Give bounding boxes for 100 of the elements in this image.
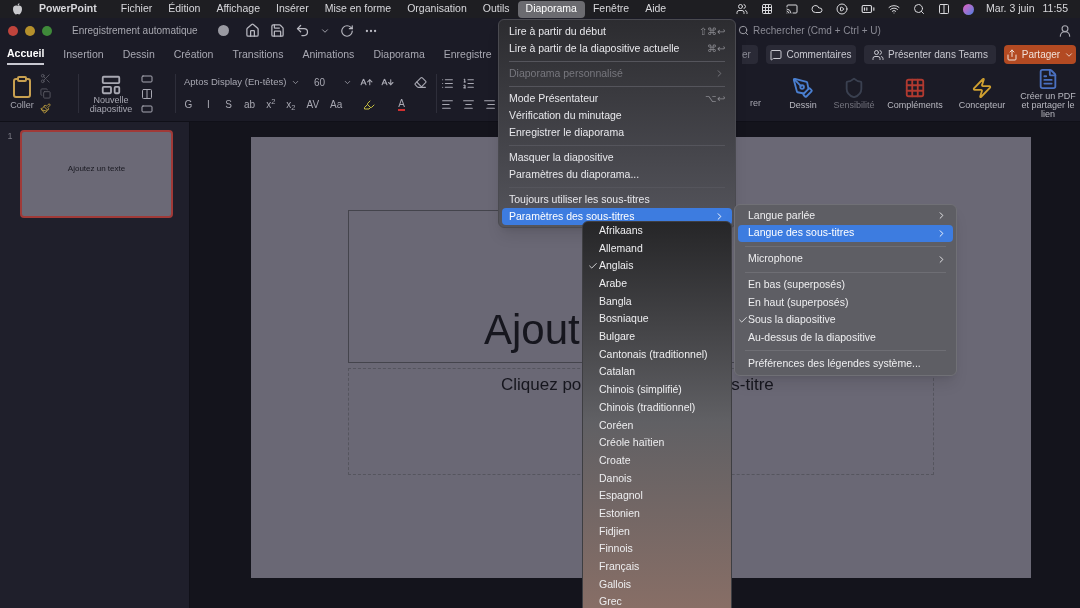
redo-icon[interactable] xyxy=(339,23,354,38)
menu-item[interactable]: Créole haïtien xyxy=(583,434,731,452)
ribbon-tab[interactable]: Animations xyxy=(302,44,355,65)
autosave-toggle[interactable] xyxy=(217,25,229,36)
menu-item[interactable]: Allemand xyxy=(583,239,731,258)
menu-item[interactable]: Cantonais (traditionnel) xyxy=(583,345,731,364)
menu-item[interactable]: Afrikaans xyxy=(583,222,731,240)
menu-bar-time[interactable]: 11:55 xyxy=(1042,1,1068,17)
ribbon-label[interactable]: rer xyxy=(750,96,761,110)
menu-item[interactable]: Lire à partir de la diapositive actuelle ⌘↩ xyxy=(502,40,732,57)
menu-item[interactable]: En haut (superposés) xyxy=(738,294,953,312)
menu-item[interactable]: Paramètres du diaporama... xyxy=(502,166,732,183)
menu-bar-item[interactable]: Édition xyxy=(160,0,209,18)
menu-bar-item[interactable]: Aide xyxy=(637,0,675,18)
menu-item[interactable]: Sous la diapositive xyxy=(738,311,953,329)
app-name[interactable]: PowerPoint xyxy=(39,1,97,17)
cloud-icon[interactable] xyxy=(811,3,824,15)
paste-label[interactable]: Coller xyxy=(10,98,34,113)
search-icon[interactable] xyxy=(913,3,926,15)
bullet-list-icon[interactable] xyxy=(441,76,454,90)
new-slide-label[interactable]: Nouvelle diapositive xyxy=(87,95,135,114)
menu-item[interactable]: Anglais xyxy=(583,257,731,276)
undo-icon[interactable] xyxy=(294,23,310,38)
ribbon-tab[interactable]: Accueil xyxy=(7,44,45,65)
menu-bar-item[interactable]: Diaporama xyxy=(517,0,585,18)
menu-item[interactable]: Gallois xyxy=(583,575,731,594)
format-button[interactable]: G xyxy=(184,97,193,112)
menu-item[interactable]: Français xyxy=(583,558,731,576)
format-button[interactable]: Aa xyxy=(330,97,343,112)
menu-item[interactable]: Toujours utiliser les sous-titres xyxy=(502,191,732,208)
menu-item[interactable]: Croate xyxy=(583,451,731,470)
close-window-button[interactable] xyxy=(8,25,18,36)
ribbon-button[interactable]: er xyxy=(742,45,758,64)
menu-item[interactable]: Masquer la diapositive xyxy=(502,149,732,166)
apple-logo-icon[interactable] xyxy=(12,3,23,15)
menu-bar-date[interactable]: Mar. 3 juin xyxy=(986,1,1035,17)
highlighter-icon[interactable] xyxy=(363,98,376,111)
font-color-button[interactable]: A xyxy=(398,98,405,111)
layout-icon[interactable] xyxy=(141,72,153,85)
align-left-icon[interactable] xyxy=(441,97,454,111)
menu-item[interactable]: Espagnol xyxy=(583,487,731,505)
menu-item[interactable]: Chinois (simplifié) xyxy=(583,381,731,399)
new-slide-icon[interactable] xyxy=(100,73,122,96)
menu-item[interactable]: Bulgare xyxy=(583,328,731,346)
format-button[interactable]: I xyxy=(204,97,213,112)
ribbon-tab[interactable]: Insertion xyxy=(63,44,104,65)
menu-bar-item[interactable]: Outils xyxy=(474,0,518,18)
menu-item[interactable]: Grec xyxy=(583,593,731,608)
comments-button[interactable]: Commentaires xyxy=(766,45,856,64)
control-center-icon[interactable] xyxy=(938,3,951,15)
menu-item[interactable]: Au-dessus de la diapositive xyxy=(738,329,953,347)
menu-item[interactable]: Catalan xyxy=(583,363,731,382)
menu-bar-item[interactable]: Fichier xyxy=(112,0,161,18)
format-button[interactable]: ab xyxy=(244,97,256,112)
ribbon-group-button[interactable]: Dessin xyxy=(780,66,826,121)
ribbon-tab[interactable]: Enregistre xyxy=(443,44,492,65)
menu-bar-item[interactable]: Fenêtre xyxy=(584,0,638,18)
menu-bar-item[interactable]: Insérer xyxy=(268,0,317,18)
share-button[interactable]: Partager xyxy=(1004,45,1076,64)
menu-item[interactable]: Bangla xyxy=(583,292,731,311)
account-icon[interactable] xyxy=(1058,23,1072,38)
ribbon-group-button[interactable]: Créer un PDF et partager le lien xyxy=(1016,66,1080,121)
ribbon-group-button[interactable]: Concepteur xyxy=(948,66,1016,121)
align-right-icon[interactable] xyxy=(483,97,496,111)
menu-item[interactable]: Mode Présentateur ⌥↩ xyxy=(502,90,732,107)
menu-item[interactable]: Langue parlée xyxy=(738,207,953,225)
menu-item[interactable]: Bosniaque xyxy=(583,310,731,329)
menu-item[interactable]: Vérification du minutage xyxy=(502,107,732,124)
menu-item[interactable]: Langue des sous-titres xyxy=(738,224,953,242)
ribbon-tab[interactable]: Création xyxy=(173,44,214,65)
menu-item[interactable]: Arabe xyxy=(583,275,731,293)
format-button[interactable]: S xyxy=(224,97,233,112)
ribbon-group-button[interactable]: Compléments xyxy=(882,66,948,121)
menu-item[interactable]: Fidjien xyxy=(583,522,731,541)
menu-item[interactable]: Coréen xyxy=(583,416,731,435)
menu-item[interactable]: Microphone xyxy=(738,250,953,268)
font-name-field[interactable]: Aptos Display (En-têtes) xyxy=(184,75,304,90)
ribbon-tab[interactable]: Dessin xyxy=(122,44,155,65)
menu-item[interactable]: Préférences des légendes système... xyxy=(738,355,953,373)
ribbon-tab[interactable]: Transitions xyxy=(232,44,284,65)
format-button[interactable]: x$^{2}$ xyxy=(266,97,276,112)
menu-bar-item[interactable]: Mise en forme xyxy=(316,0,400,18)
clear-format-icon[interactable] xyxy=(414,76,427,89)
clipboard-icon[interactable] xyxy=(10,74,34,99)
menu-item[interactable]: Chinois (traditionnel) xyxy=(583,398,731,417)
align-center-icon[interactable] xyxy=(462,97,475,111)
play-icon[interactable] xyxy=(836,3,849,15)
siri-icon[interactable] xyxy=(963,3,975,15)
save-icon[interactable] xyxy=(269,23,285,38)
menu-item[interactable]: Estonien xyxy=(583,505,731,523)
menu-item[interactable]: Finnois xyxy=(583,540,731,559)
minimize-window-button[interactable] xyxy=(25,25,35,36)
search-field[interactable]: Rechercher (Cmd + Ctrl + U) xyxy=(738,23,1038,38)
menu-bar-item[interactable]: Affichage xyxy=(208,0,268,18)
cast-icon[interactable] xyxy=(786,3,799,15)
format-button[interactable]: AV xyxy=(306,97,320,112)
menu-item[interactable]: Lire à partir du début ⇧⌘↩ xyxy=(502,23,732,40)
menu-bar-item[interactable]: Organisation xyxy=(399,0,475,18)
menu-item[interactable]: En bas (superposés) xyxy=(738,276,953,294)
present-teams-button[interactable]: Présenter dans Teams xyxy=(864,45,996,64)
